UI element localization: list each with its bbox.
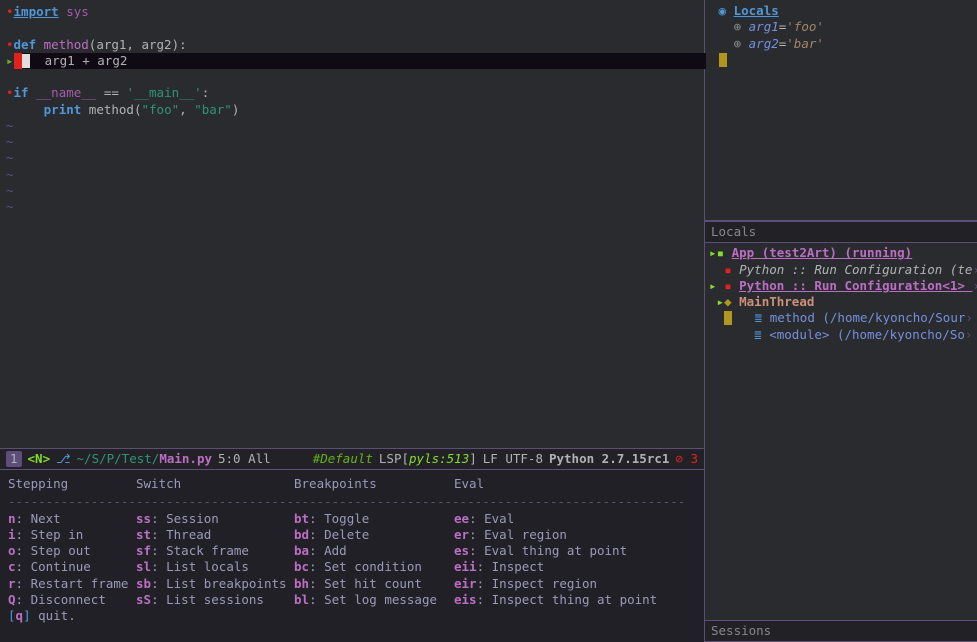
empty-line-tilde: ~ (0, 118, 704, 134)
hydra-key-c[interactable]: c: Continue (8, 559, 136, 575)
config-tag: #Default (313, 451, 373, 467)
evil-state: <N> (28, 451, 51, 467)
code-line-4-current: ▸ arg1 + arg2 (0, 53, 704, 69)
empty-line-tilde: ~ (0, 167, 704, 183)
hydra-key-bd[interactable]: bd: Delete (294, 527, 454, 543)
code-line-blank-2 (0, 69, 704, 85)
python-version: Python 2.7.15rc1 (549, 451, 669, 467)
hydra-key-o[interactable]: o: Step out (8, 543, 136, 559)
locals-var-arg1[interactable]: ⊕ arg1='foo' (711, 19, 977, 35)
hydra-key-er[interactable]: er: Eval region (454, 527, 696, 543)
session-config-2[interactable]: ▸ ▪ Python :: Run Configuration<1> › (709, 278, 977, 294)
hydra-header-switch: Switch (136, 476, 294, 492)
hydra-header-stepping: Stepping (8, 476, 136, 492)
hydra-key-ee[interactable]: ee: Eval (454, 511, 696, 527)
hydra-key-bt[interactable]: bt: Toggle (294, 511, 454, 527)
hydra-key-i[interactable]: i: Step in (8, 527, 136, 543)
hydra-key-ss[interactable]: ss: Session (136, 511, 294, 527)
hydra-key-bh[interactable]: bh: Set hit count (294, 576, 454, 592)
hydra-key-st[interactable]: st: Thread (136, 527, 294, 543)
hydra-key-sf[interactable]: sf: Stack frame (136, 543, 294, 559)
window-number: 1 (6, 451, 22, 467)
hydra-key-eir[interactable]: eir: Inspect region (454, 576, 696, 592)
session-thread[interactable]: ▸◆ MainThread (709, 294, 977, 310)
hydra-key-eis[interactable]: eis: Inspect thing at point (454, 592, 696, 608)
git-branch-icon: ⎇ (56, 451, 70, 467)
sessions-pane-title: Sessions (705, 620, 977, 642)
empty-line-tilde: ~ (0, 199, 704, 215)
hydra-menu: Stepping Switch Breakpoints Eval -------… (0, 470, 704, 642)
cursor-position: 5:0 All (218, 451, 271, 467)
code-editor[interactable]: •import sys •def method(arg1, arg2): ▸ a… (0, 0, 704, 448)
locals-root[interactable]: ◉ Locals (711, 3, 977, 19)
app-root: •import sys •def method(arg1, arg2): ▸ a… (0, 0, 977, 642)
hydra-key-eii[interactable]: eii: Inspect (454, 559, 696, 575)
code-line-7: print method("foo", "bar") (0, 102, 704, 118)
encoding: LF UTF-8 (483, 451, 543, 467)
hydra-key-sl[interactable]: sl: List locals (136, 559, 294, 575)
hydra-header-breakpoints: Breakpoints (294, 476, 454, 492)
empty-line-tilde: ~ (0, 134, 704, 150)
left-column: •import sys •def method(arg1, arg2): ▸ a… (0, 0, 705, 642)
hydra-key-n[interactable]: n: Next (8, 511, 136, 527)
session-app[interactable]: ▸▪ App (test2Art) (running) (709, 245, 977, 261)
hydra-separator: ----------------------------------------… (8, 494, 696, 510)
file-path: ~/S/P/Test/Main.py (77, 451, 212, 467)
hydra-key-bl[interactable]: bl: Set log message (294, 592, 454, 608)
hydra-key-sb[interactable]: sb: List breakpoints (136, 576, 294, 592)
hydra-key-ba[interactable]: ba: Add (294, 543, 454, 559)
error-count: ⊘ 3 (675, 451, 698, 467)
code-line-1: •import sys (0, 4, 704, 20)
hydra-header-eval: Eval (454, 476, 696, 492)
modeline: 1 <N> ⎇ ~/S/P/Test/Main.py 5:0 All #Defa… (0, 448, 704, 470)
hydra-key-bc[interactable]: bc: Set condition (294, 559, 454, 575)
hydra-key-Q[interactable]: Q: Disconnect (8, 592, 136, 608)
session-config-1[interactable]: ▪ Python :: Run Configuration (te› (709, 262, 977, 278)
session-frame-2[interactable]: ≣ <module> (/home/kyoncho/So› (709, 327, 977, 343)
code-line-6: •if __name__ == '__main__': (0, 85, 704, 101)
hydra-key-sS[interactable]: sS: List sessions (136, 592, 294, 608)
locals-pane-title: Locals (705, 221, 977, 243)
locals-cursor (711, 52, 977, 68)
code-line-3: •def method(arg1, arg2): (0, 37, 704, 53)
locals-var-arg2[interactable]: ⊕ arg2='bar' (711, 36, 977, 52)
lsp-status: LSP[pyls:513] (379, 451, 477, 467)
empty-line-tilde: ~ (0, 150, 704, 166)
right-column: ◉ Locals ⊕ arg1='foo' ⊕ arg2='bar' Local… (705, 0, 977, 642)
hydra-key-es[interactable]: es: Eval thing at point (454, 543, 696, 559)
hydra-quit[interactable]: [q] quit. (8, 608, 696, 624)
sessions-pane[interactable]: ▸▪ App (test2Art) (running) ▪ Python :: … (705, 243, 977, 620)
empty-line-tilde: ~ (0, 183, 704, 199)
hydra-key-r[interactable]: r: Restart frame (8, 576, 136, 592)
locals-pane[interactable]: ◉ Locals ⊕ arg1='foo' ⊕ arg2='bar' (705, 0, 977, 221)
code-line-blank (0, 20, 704, 36)
session-cursor: ≣ method (/home/kyoncho/Sour› (709, 310, 977, 326)
